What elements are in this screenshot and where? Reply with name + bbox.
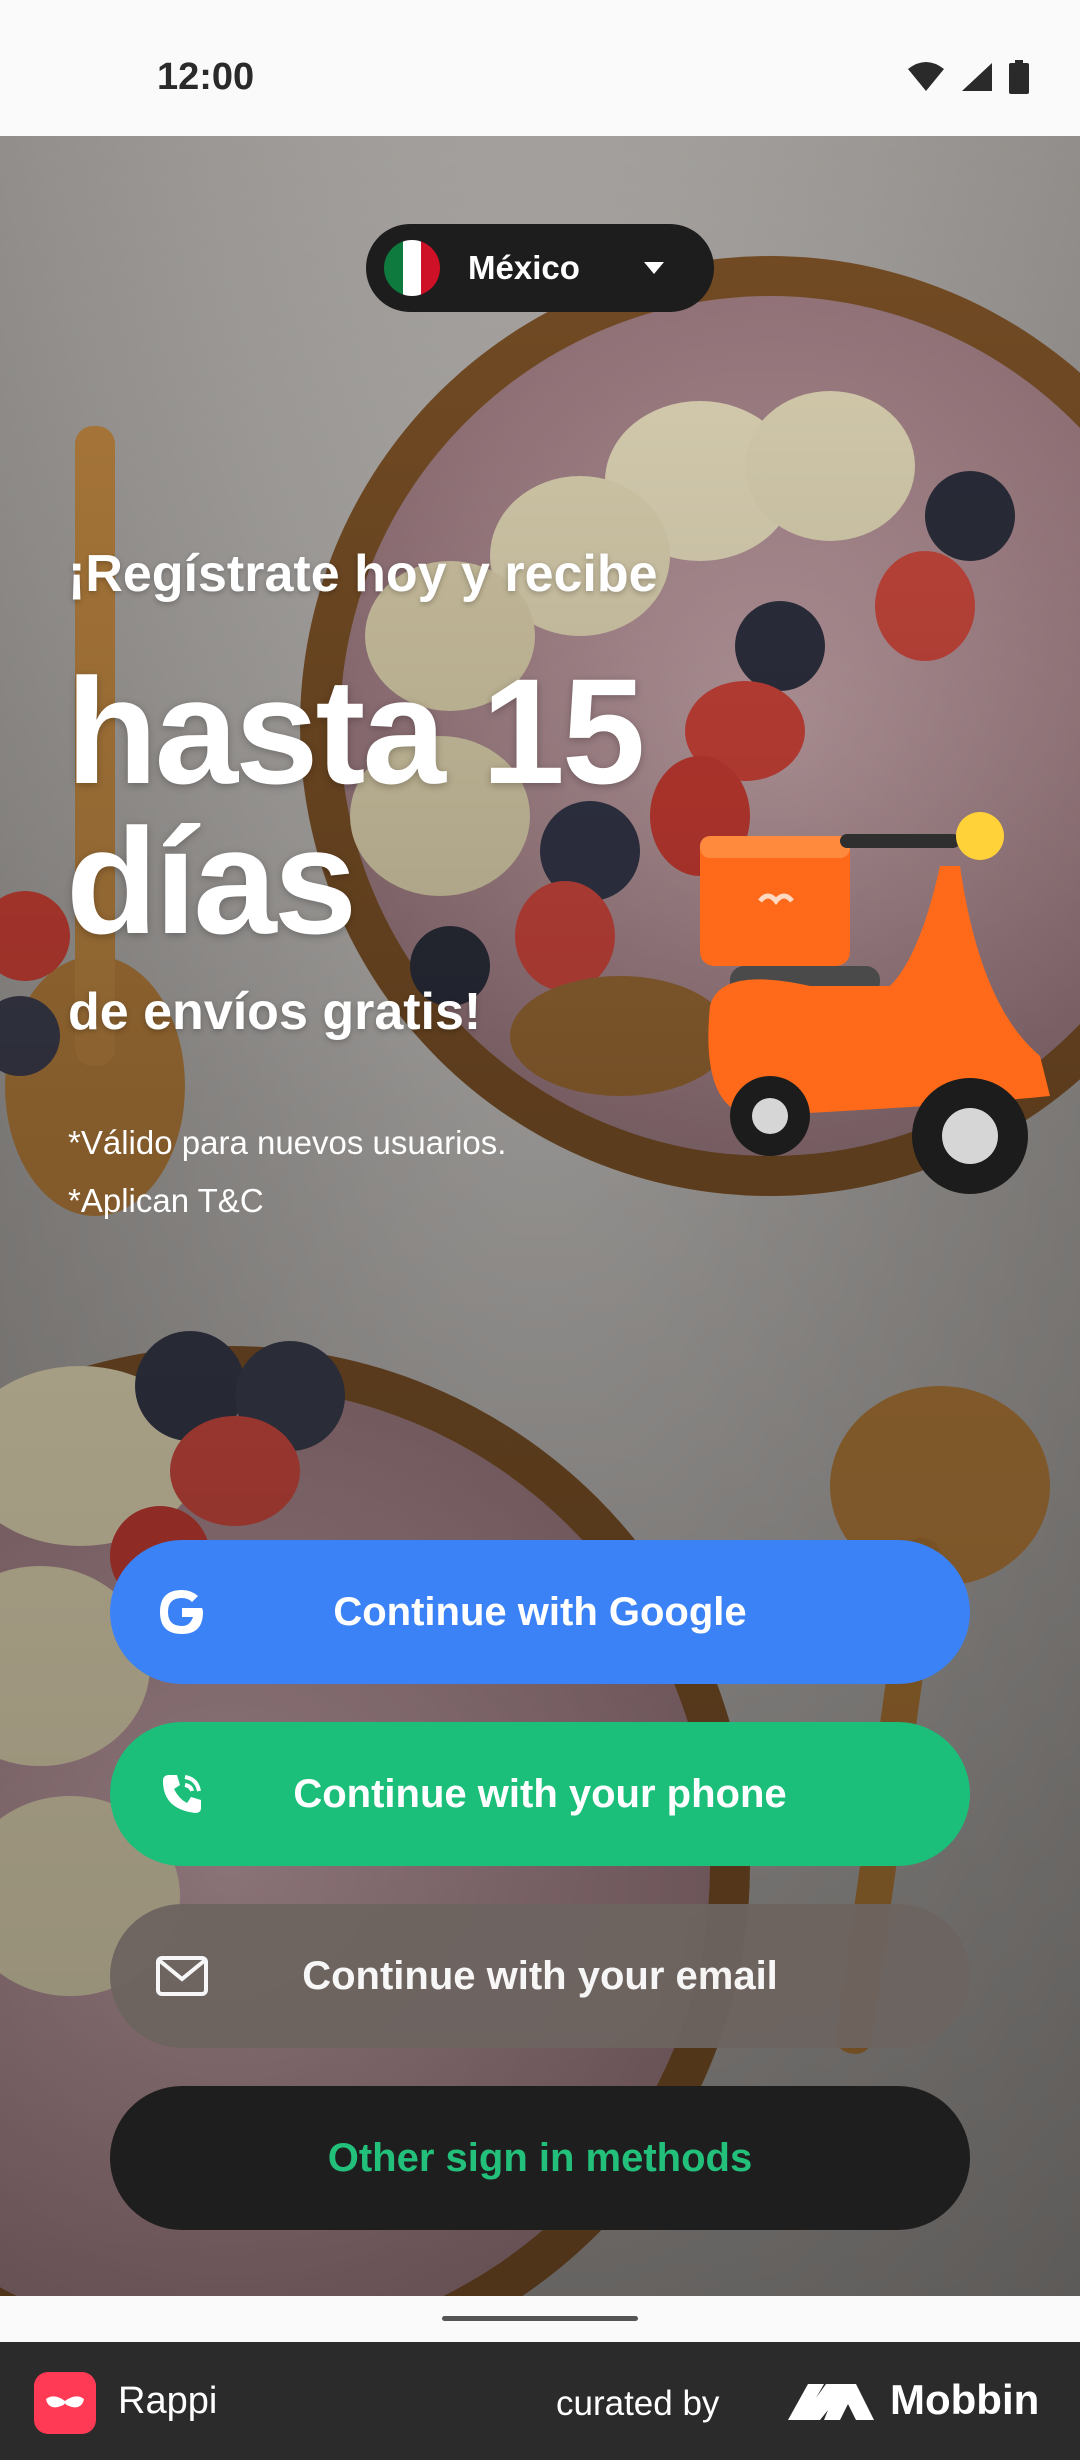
app-name: Rappi	[118, 2380, 218, 2422]
google-button-label: Continue with Google	[333, 1589, 747, 1634]
battery-icon	[1009, 60, 1029, 94]
country-selector[interactable]: México	[366, 224, 714, 312]
attribution-footer: Rappi curated by Mobbin	[0, 2342, 1080, 2460]
promo-disclaimer-new-users: *Válido para nuevos usuarios.	[68, 1124, 507, 1161]
mexico-flag-icon	[384, 240, 440, 296]
email-button-label: Continue with your email	[302, 1953, 778, 1998]
wifi-icon	[908, 62, 944, 91]
promo-headline: ¡Regístrate hoy y recibe	[68, 545, 658, 603]
other-methods-label: Other sign in methods	[327, 2135, 753, 2180]
hero-section: México ¡Regístrate hoy y recibe hasta 15…	[0, 136, 1080, 2296]
home-gesture-bar[interactable]	[442, 2316, 638, 2321]
google-icon	[154, 1584, 210, 1640]
phone-icon	[154, 1766, 210, 1822]
navigation-gesture-area	[0, 2296, 1080, 2342]
scooter-illustration	[700, 812, 1050, 1194]
mail-icon	[154, 1948, 210, 2004]
promo-highlight: hasta 15 días	[66, 647, 645, 965]
status-bar: 12:00	[0, 0, 1080, 136]
rappi-logo-icon	[34, 2372, 96, 2434]
other-sign-in-methods-button[interactable]: Other sign in methods	[110, 2086, 970, 2230]
continue-with-phone-button[interactable]: Continue with your phone	[110, 1722, 970, 1866]
signal-icon	[962, 63, 992, 91]
curated-by-label: curated by	[556, 2384, 720, 2423]
country-label: México	[468, 249, 580, 286]
mobbin-logo-icon	[788, 2384, 874, 2420]
status-time: 12:00	[157, 56, 255, 98]
status-icons	[906, 60, 1030, 94]
continue-with-email-button[interactable]: Continue with your email	[110, 1904, 970, 2048]
promo-subheadline: de envíos gratis!	[68, 983, 482, 1041]
phone-button-label: Continue with your phone	[293, 1771, 787, 1816]
continue-with-google-button[interactable]: Continue with Google	[110, 1540, 970, 1684]
promo-disclaimer-terms: *Aplican T&C	[68, 1182, 264, 1219]
mobbin-brand: Mobbin	[890, 2376, 1040, 2423]
chevron-down-icon	[644, 262, 664, 274]
